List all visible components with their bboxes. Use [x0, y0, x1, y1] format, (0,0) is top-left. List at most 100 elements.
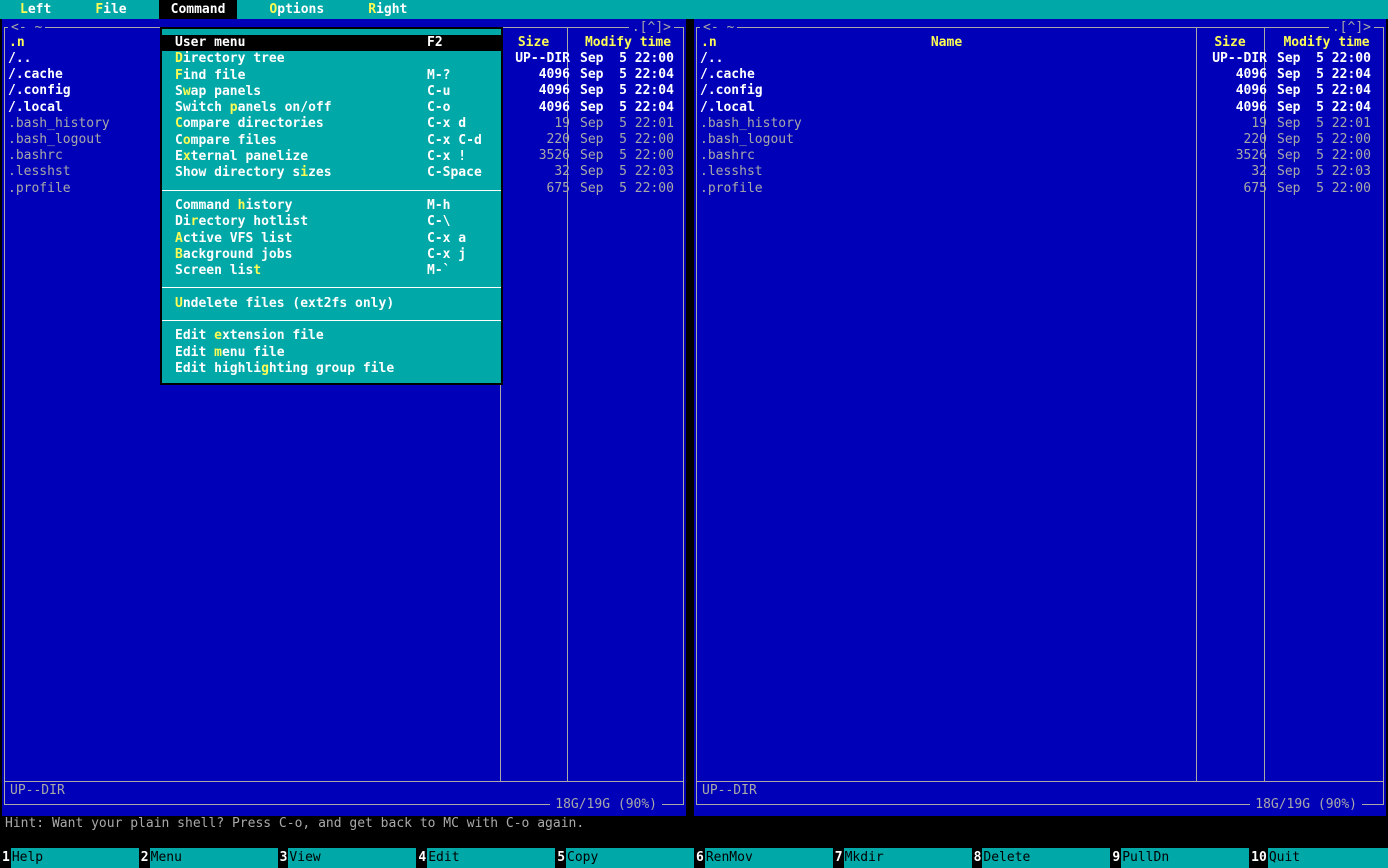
menu-shortcut: M-?: [427, 68, 493, 84]
menu-item-external-panelize[interactable]: External panelizeC-x !: [162, 149, 501, 165]
file-row[interactable]: /..UP--DIRSep 5 22:00: [697, 51, 1383, 67]
fkey-label: Edit: [427, 848, 555, 868]
menu-shortcut: C-x !: [427, 149, 493, 165]
fkey-number: 4: [416, 848, 427, 868]
menubar-item-command[interactable]: Command: [159, 0, 238, 19]
file-row[interactable]: .profile675Sep 5 22:00: [697, 181, 1383, 197]
file-size: UP--DIR: [503, 51, 574, 67]
menu-item-edit-extension-file[interactable]: Edit extension file: [162, 328, 501, 344]
menu-item-undelete-files-ext2fs-only[interactable]: Undelete files (ext2fs only): [162, 296, 501, 312]
right-panel: <- ~ .[^]> .n Name Size Modify time /..UP…: [694, 19, 1386, 816]
menubar-item-options[interactable]: Options: [257, 0, 336, 19]
file-mtime: Sep 5 22:04: [574, 83, 683, 99]
file-row[interactable]: .bash_history19Sep 5 22:01: [697, 116, 1383, 132]
fkey-quit[interactable]: 10Quit: [1249, 848, 1388, 868]
menu-shortcut: C-u: [427, 84, 493, 100]
file-mtime: Sep 5 22:00: [574, 148, 683, 164]
column-header-size[interactable]: Size: [500, 35, 567, 51]
panel-view-controls[interactable]: .[^]>: [629, 19, 674, 36]
menu-item-background-jobs[interactable]: Background jobsC-x j: [162, 247, 501, 263]
menu-item-user-menu[interactable]: User menuF2: [162, 35, 501, 51]
menu-shortcut: C-x j: [427, 247, 493, 263]
sort-marker[interactable]: .n: [701, 35, 717, 51]
fkey-renmov[interactable]: 6RenMov: [694, 848, 833, 868]
menu-shortcut: [427, 345, 493, 361]
panel-view-controls[interactable]: .[^]>: [1329, 19, 1374, 36]
file-row[interactable]: .bash_logout220Sep 5 22:00: [697, 132, 1383, 148]
menu-shortcut: [427, 361, 493, 377]
file-row[interactable]: /.local4096Sep 5 22:04: [697, 100, 1383, 116]
fkey-menu[interactable]: 2Menu: [139, 848, 278, 868]
file-row[interactable]: .bashrc3526Sep 5 22:00: [697, 148, 1383, 164]
menu-item-directory-hotlist[interactable]: Directory hotlistC-\: [162, 214, 501, 230]
fkey-view[interactable]: 3View: [278, 848, 417, 868]
fkey-number: 9: [1110, 848, 1121, 868]
file-name: .bash_history: [697, 116, 1199, 132]
menu-item-directory-tree[interactable]: Directory tree: [162, 51, 501, 67]
fkey-help[interactable]: 1Help: [0, 848, 139, 868]
menu-item-find-file[interactable]: Find fileM-?: [162, 68, 501, 84]
panel-header: .n Name Size Modify time: [697, 35, 1383, 51]
mini-separator: [697, 781, 1383, 782]
menu-shortcut: C-x d: [427, 116, 493, 132]
panel-path[interactable]: <- ~: [8, 19, 45, 36]
fkey-label: Copy: [566, 848, 694, 868]
file-row[interactable]: .lesshst32Sep 5 22:03: [697, 164, 1383, 180]
menu-shortcut: F2: [427, 35, 493, 51]
fkey-delete[interactable]: 8Delete: [972, 848, 1111, 868]
file-size: 3526: [1199, 148, 1271, 164]
panel-path[interactable]: <- ~: [700, 19, 737, 36]
fkey-edit[interactable]: 4Edit: [416, 848, 555, 868]
file-size: 220: [503, 132, 574, 148]
menubar-item-left[interactable]: Left: [8, 0, 63, 19]
hint-line: Hint: Want your plain shell? Press C-o, …: [5, 816, 584, 832]
menu-item-compare-files[interactable]: Compare filesC-x C-d: [162, 133, 501, 149]
menu-separator: [162, 182, 501, 198]
file-size: 3526: [503, 148, 574, 164]
menubar-item-file[interactable]: File: [83, 0, 138, 19]
column-header-name[interactable]: Name: [931, 35, 962, 50]
free-space: 18G/19G (90%): [1250, 797, 1362, 813]
column-header-mtime[interactable]: Modify time: [1264, 35, 1383, 51]
mini-status: UP--DIR: [10, 783, 65, 799]
column-header-mtime[interactable]: Modify time: [567, 35, 683, 51]
menu-item-command-history[interactable]: Command historyM-h: [162, 198, 501, 214]
file-mtime: Sep 5 22:04: [1271, 100, 1383, 116]
column-header-size[interactable]: Size: [1196, 35, 1264, 51]
menu-item-active-vfs-list[interactable]: Active VFS listC-x a: [162, 231, 501, 247]
file-list: /..UP--DIRSep 5 22:00/.cache4096Sep 5 22…: [697, 51, 1383, 197]
menu-item-show-directory-sizes[interactable]: Show directory sizesC-Space: [162, 165, 501, 181]
menu-item-swap-panels[interactable]: Swap panelsC-u: [162, 84, 501, 100]
menubar-item-right[interactable]: Right: [356, 0, 419, 19]
file-mtime: Sep 5 22:04: [1271, 67, 1383, 83]
fkey-number: 8: [972, 848, 983, 868]
fkey-copy[interactable]: 5Copy: [555, 848, 694, 868]
file-size: 32: [1199, 164, 1271, 180]
menu-item-compare-directories[interactable]: Compare directoriesC-x d: [162, 116, 501, 132]
fkey-pulldn[interactable]: 9PullDn: [1110, 848, 1249, 868]
fkey-number: 6: [694, 848, 705, 868]
fkey-label: Help: [11, 848, 139, 868]
menu-item-edit-highlighting-group-file[interactable]: Edit highlighting group file: [162, 361, 501, 377]
menu-item-edit-menu-file[interactable]: Edit menu file: [162, 345, 501, 361]
file-size: 19: [503, 116, 574, 132]
fkey-label: Mkdir: [844, 848, 972, 868]
file-size: 4096: [1199, 100, 1271, 116]
file-name: /.local: [697, 100, 1199, 116]
file-size: UP--DIR: [1199, 51, 1271, 67]
file-name: .lesshst: [697, 164, 1199, 180]
free-space: 18G/19G (90%): [550, 797, 662, 813]
sort-marker[interactable]: .n: [9, 35, 25, 51]
file-row[interactable]: /.config4096Sep 5 22:04: [697, 83, 1383, 99]
fkey-mkdir[interactable]: 7Mkdir: [833, 848, 972, 868]
file-mtime: Sep 5 22:00: [1271, 181, 1383, 197]
menu-shortcut: C-Space: [427, 165, 493, 181]
file-size: 675: [503, 181, 574, 197]
menu-item-switch-panels-on-off[interactable]: Switch panels on/offC-o: [162, 100, 501, 116]
file-name: .profile: [697, 181, 1199, 197]
file-mtime: Sep 5 22:00: [574, 132, 683, 148]
file-row[interactable]: /.cache4096Sep 5 22:04: [697, 67, 1383, 83]
menu-bar: Left File Command Options Right: [0, 0, 1388, 19]
menu-item-screen-list[interactable]: Screen listM-`: [162, 263, 501, 279]
file-mtime: Sep 5 22:00: [574, 181, 683, 197]
